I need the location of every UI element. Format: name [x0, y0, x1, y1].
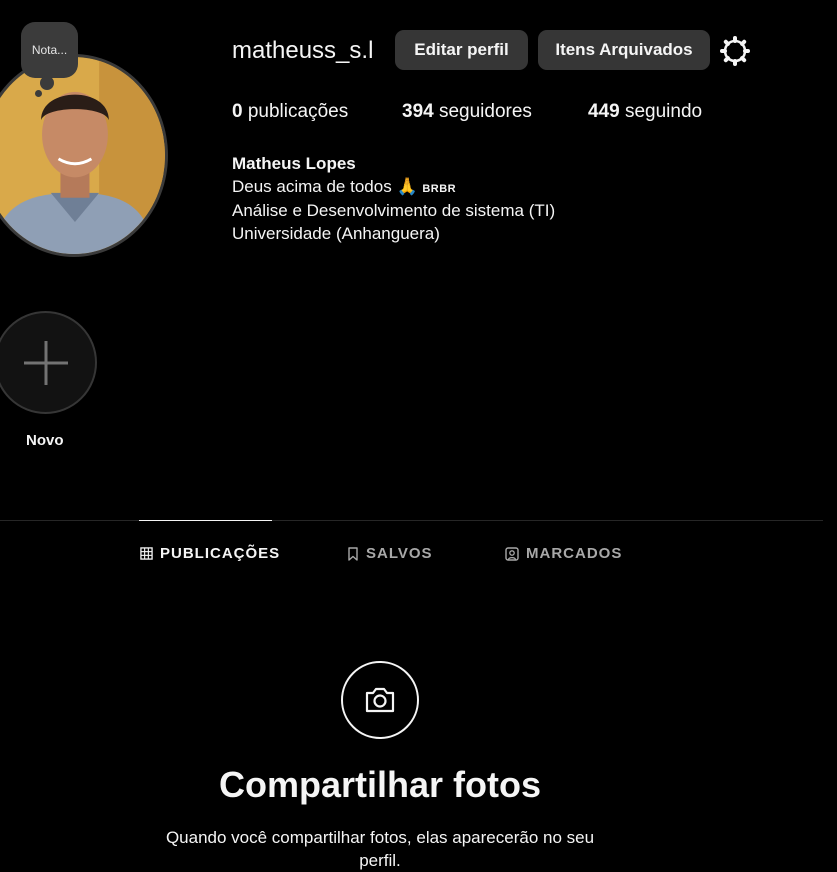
active-tab-indicator [139, 520, 272, 521]
note-bubble-tail-small [35, 90, 42, 97]
bio-badge: BRBR [422, 182, 457, 195]
tab-posts[interactable]: PUBLICAÇÕES [140, 545, 280, 562]
profile-avatar[interactable] [0, 54, 168, 257]
followers-count: 394 [402, 101, 434, 122]
profile-name: Matheus Lopes [232, 154, 356, 173]
posts-label: publicações [247, 101, 349, 122]
following-label: seguindo [624, 101, 703, 122]
empty-state-description: Quando você compartilhar fotos, elas apa… [165, 828, 595, 870]
new-highlight-label: Novo [26, 432, 64, 449]
profile-bio: Matheus Lopes Deus acima de todos 🙏 BRBR… [232, 153, 555, 245]
followers-label: seguidores [438, 101, 532, 122]
praying-hands-emoji: 🙏 [396, 176, 418, 196]
tab-saved-label: SALVOS [366, 545, 433, 562]
archived-items-button[interactable]: Itens Arquivados [538, 30, 710, 70]
posts-count: 0 [232, 101, 243, 122]
tab-posts-label: PUBLICAÇÕES [160, 545, 281, 562]
avatar-photo [0, 57, 165, 254]
tabs-divider [0, 520, 823, 521]
following-stat[interactable]: 449 seguindo [588, 101, 702, 123]
edit-profile-button[interactable]: Editar perfil [395, 30, 528, 70]
tab-saved[interactable]: SALVOS [347, 545, 433, 562]
bio-line-2: Análise e Desenvolvimento de sistema (TI… [232, 201, 556, 220]
bookmark-icon [348, 546, 358, 561]
tab-tagged-label: MARCADOS [526, 545, 623, 562]
followers-stat[interactable]: 394 seguidores [402, 101, 532, 123]
new-highlight-button[interactable] [0, 311, 97, 414]
note-bubble[interactable]: Nota... [21, 22, 78, 78]
empty-state-title: Compartilhar fotos [218, 764, 541, 805]
grid-icon [140, 547, 153, 560]
note-bubble-tail [40, 76, 54, 90]
gear-icon[interactable] [719, 35, 751, 67]
tagged-icon [505, 546, 519, 561]
username: matheuss_s.l [232, 37, 374, 64]
posts-stat: 0 publicações [232, 101, 348, 123]
plus-icon [23, 340, 68, 385]
tab-tagged[interactable]: MARCADOS [505, 545, 622, 562]
bio-line-1: Deus acima de todos 🙏 BRBR [232, 176, 555, 201]
bio-line-3: Universidade (Anhanguera) [232, 223, 440, 243]
bio-line-1-text: Deus acima de todos [232, 176, 392, 196]
camera-icon [341, 661, 419, 739]
following-count: 449 [588, 101, 620, 122]
